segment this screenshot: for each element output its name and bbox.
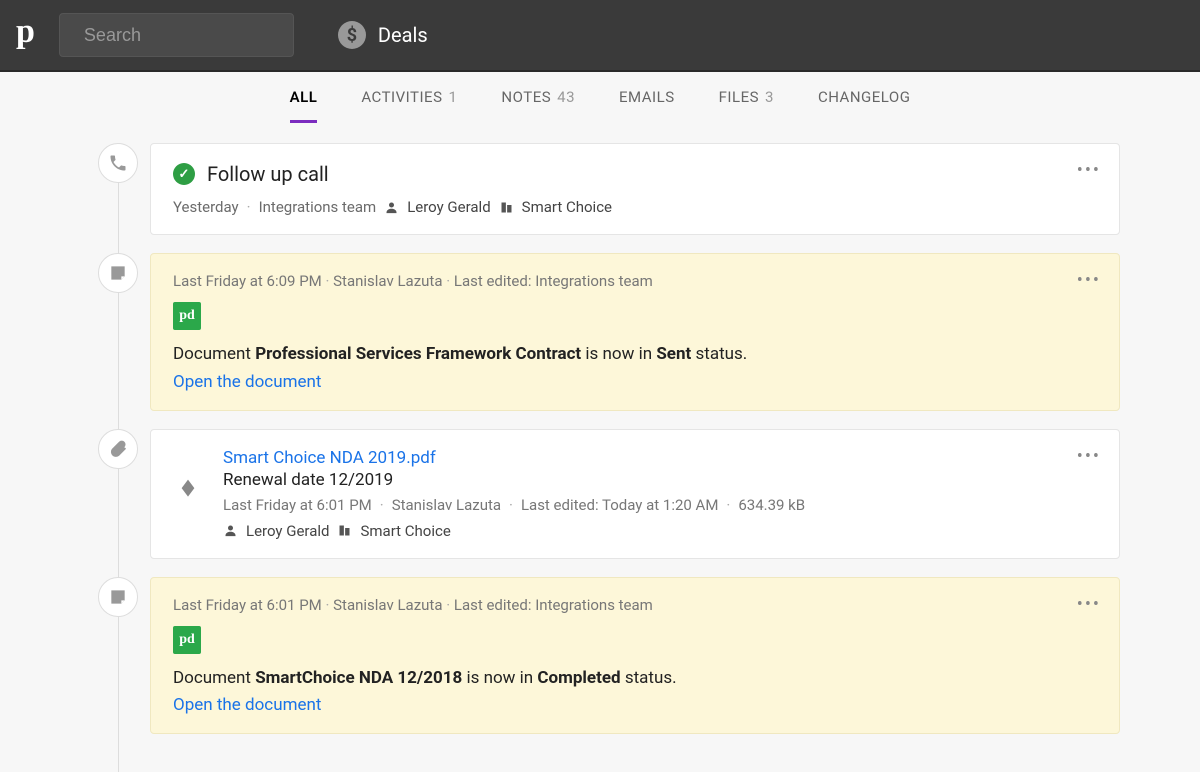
note-status: Sent: [656, 344, 691, 364]
search-input[interactable]: [84, 25, 316, 46]
activity-meta: Yesterday · Integrations team Leroy Gera…: [173, 198, 1097, 216]
note-time: Last Friday at 6:01 PM: [173, 596, 322, 614]
more-button[interactable]: •••: [1077, 446, 1101, 467]
note-body: Document SmartChoice NDA 12/2018 is now …: [173, 666, 1097, 692]
paperclip-icon: [98, 429, 138, 469]
open-document-link[interactable]: Open the document: [173, 372, 321, 392]
tab-label: CHANGELOG: [818, 88, 910, 106]
activity-card[interactable]: ••• Follow up call Yesterday · Integrati…: [150, 143, 1120, 235]
check-icon: [173, 163, 195, 185]
file-relations: Leroy Gerald Smart Choice: [223, 522, 1097, 540]
note-card[interactable]: ••• Last Friday at 6:09 PM · Stanislav L…: [150, 253, 1120, 411]
tab-label: ACTIVITIES: [361, 88, 442, 106]
file-time: Last Friday at 6:01 PM: [223, 496, 372, 514]
note-edited: Last edited: Integrations team: [454, 596, 653, 614]
file-person: Leroy Gerald: [246, 522, 329, 540]
person-icon: [384, 200, 399, 215]
timeline-item-file: ••• Smart Choice NDA 2019.pdf Renewal da…: [90, 429, 1120, 559]
tab-count: 3: [765, 88, 774, 106]
file-author: Stanislav Lazuta: [392, 496, 501, 514]
activity-team: Integrations team: [259, 198, 377, 216]
tab-files[interactable]: FILES 3: [719, 88, 774, 123]
timeline-item-note: ••• Last Friday at 6:09 PM · Stanislav L…: [90, 253, 1120, 411]
activity-org: Smart Choice: [522, 198, 612, 216]
more-button[interactable]: •••: [1077, 594, 1101, 615]
pdf-icon: [173, 448, 203, 540]
note-doc-name: Professional Services Framework Contract: [255, 344, 581, 364]
org-icon: [337, 523, 352, 538]
note-body: Document Professional Services Framework…: [173, 342, 1097, 368]
tab-emails[interactable]: EMAILS: [619, 88, 675, 123]
person-icon: [223, 523, 238, 538]
note-meta: Last Friday at 6:01 PM · Stanislav Lazut…: [173, 596, 1097, 614]
tab-all[interactable]: ALL: [290, 88, 318, 123]
file-name-link[interactable]: Smart Choice NDA 2019.pdf: [223, 448, 1097, 468]
timeline-item-note: ••• Last Friday at 6:01 PM · Stanislav L…: [90, 577, 1120, 735]
tab-label: ALL: [290, 88, 318, 106]
note-author: Stanislav Lazuta: [333, 596, 442, 614]
note-status: Completed: [537, 668, 620, 688]
note-author: Stanislav Lazuta: [333, 272, 442, 290]
timeline-item-activity: ••• Follow up call Yesterday · Integrati…: [90, 143, 1120, 235]
note-meta: Last Friday at 6:09 PM · Stanislav Lazut…: [173, 272, 1097, 290]
tab-label: EMAILS: [619, 88, 675, 106]
file-size: 634.39 kB: [738, 496, 805, 514]
top-bar: p $ Deals: [0, 0, 1200, 72]
timeline: ••• Follow up call Yesterday · Integrati…: [0, 123, 1200, 772]
activity-title: Follow up call: [207, 162, 329, 186]
tab-activities[interactable]: ACTIVITIES 1: [361, 88, 457, 123]
file-org: Smart Choice: [360, 522, 450, 540]
more-button[interactable]: •••: [1077, 270, 1101, 291]
pandadoc-badge: pd: [173, 626, 201, 654]
activity-person: Leroy Gerald: [407, 198, 490, 216]
dollar-icon: $: [338, 21, 366, 49]
note-time: Last Friday at 6:09 PM: [173, 272, 322, 290]
note-edited: Last edited: Integrations team: [454, 272, 653, 290]
tabs: ALL ACTIVITIES 1 NOTES 43 EMAILS FILES 3 CH…: [0, 72, 1200, 123]
phone-icon: [98, 143, 138, 183]
note-icon: [98, 577, 138, 617]
tab-count: 43: [557, 88, 575, 106]
search-box[interactable]: [59, 13, 294, 57]
section-header: $ Deals: [338, 21, 428, 49]
section-label: Deals: [378, 23, 428, 47]
org-icon: [499, 200, 514, 215]
file-card[interactable]: ••• Smart Choice NDA 2019.pdf Renewal da…: [150, 429, 1120, 559]
open-document-link[interactable]: Open the document: [173, 695, 321, 715]
tab-label: FILES: [719, 88, 759, 106]
note-doc-name: SmartChoice NDA 12/2018: [255, 668, 462, 688]
app-logo: p: [16, 15, 35, 55]
file-meta: Last Friday at 6:01 PM· Stanislav Lazuta…: [223, 496, 1097, 514]
tab-count: 1: [448, 88, 457, 106]
activity-time: Yesterday: [173, 198, 239, 216]
tab-changelog[interactable]: CHANGELOG: [818, 88, 910, 123]
note-card[interactable]: ••• Last Friday at 6:01 PM · Stanislav L…: [150, 577, 1120, 735]
pandadoc-badge: pd: [173, 302, 201, 330]
more-button[interactable]: •••: [1077, 160, 1101, 181]
note-icon: [98, 253, 138, 293]
file-subtitle: Renewal date 12/2019: [223, 470, 1097, 490]
file-edited: Last edited: Today at 1:20 AM: [521, 496, 718, 514]
tab-label: NOTES: [501, 88, 551, 106]
tab-notes[interactable]: NOTES 43: [501, 88, 575, 123]
